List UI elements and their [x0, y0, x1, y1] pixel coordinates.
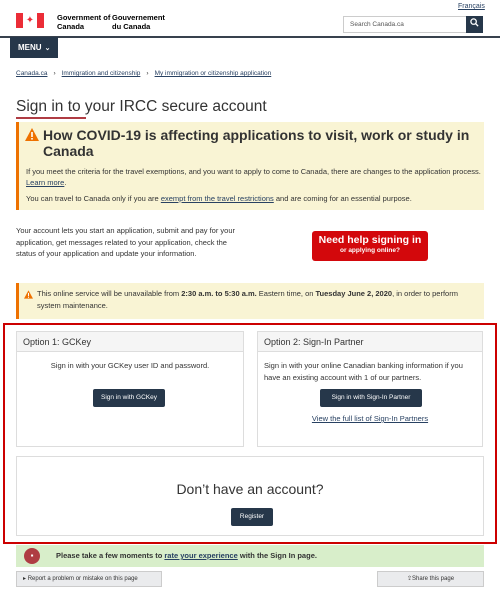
warning-icon [25, 128, 39, 141]
option1-panel: Option 1: GCKey Sign in with your GCKey … [16, 331, 244, 447]
need-help-line2: or applying online? [340, 247, 400, 254]
language-toggle-link[interactable]: Français [458, 3, 485, 10]
menu-label: MENU [18, 43, 42, 52]
search-input[interactable]: Search Canada.ca [350, 21, 404, 28]
title-underline [16, 117, 86, 119]
option1-text: Sign in with your GCKey user ID and pass… [50, 361, 210, 370]
canada-flag-icon: ✦ [16, 13, 44, 28]
no-account-heading: Don’t have an account? [176, 481, 324, 497]
covid-alert-heading: How COVID-19 is affecting applications t… [43, 127, 470, 159]
covid-alert-text-1: If you meet the criteria for the travel … [26, 167, 481, 187]
sign-in-partner-button[interactable]: Sign in with Sign-In Partner [320, 389, 422, 407]
search-box[interactable]: Search Canada.ca [343, 16, 483, 33]
site-header: ✦ Government of Canada Gouvernement du C… [0, 0, 500, 38]
need-help-button[interactable]: Need help signing in or applying online? [312, 231, 428, 261]
register-button[interactable]: Register [231, 508, 273, 526]
breadcrumb-immigration[interactable]: Immigration and citizenship [62, 70, 141, 77]
option1-heading: Option 1: GCKey [17, 332, 243, 352]
gov-signature-fr[interactable]: Gouvernement du Canada [112, 13, 172, 31]
warning-icon [24, 290, 33, 299]
feedback-text: Please take a few moments to rate your e… [56, 551, 317, 560]
report-problem-button[interactable]: ▸ Report a problem or mistake on this pa… [16, 571, 162, 587]
breadcrumb: Canada.ca › Immigration and citizenship › My… [16, 70, 271, 77]
menu-button[interactable]: MENU ⌄ [10, 37, 58, 58]
outage-date: Tuesday June 2, 2020 [315, 289, 393, 298]
outage-time: 2:30 a.m. to 5:30 a.m. [181, 289, 257, 298]
no-account-panel: Don’t have an account? Register [16, 456, 484, 536]
outage-notice: This online service will be unavailable … [16, 283, 484, 319]
chevron-down-icon: ⌄ [44, 45, 51, 52]
option2-heading: Option 2: Sign-In Partner [258, 332, 482, 352]
search-icon[interactable] [466, 16, 483, 33]
breadcrumb-separator-icon: › [53, 70, 56, 77]
gov-signature-en[interactable]: Government of Canada [57, 13, 117, 31]
share-page-button[interactable]: ⇪Share this page [377, 571, 484, 587]
chevron-right-icon: ▸ [23, 576, 27, 582]
need-help-line1: Need help signing in [318, 234, 422, 246]
learn-more-link[interactable]: Learn more [26, 178, 64, 187]
exempt-travel-link[interactable]: exempt from the travel restrictions [161, 194, 274, 203]
breadcrumb-separator-icon: › [146, 70, 149, 77]
sign-in-gckey-button[interactable]: Sign in with GCKey [93, 389, 165, 407]
intro-text: Your account lets you start an applicati… [16, 226, 236, 258]
option2-panel: Option 2: Sign-In Partner Sign in with y… [257, 331, 483, 447]
covid-alert: How COVID-19 is affecting applications t… [16, 122, 484, 210]
option2-text: Sign in with your online Canadian bankin… [264, 361, 463, 382]
covid-alert-text-2: You can travel to Canada only if you are… [26, 194, 412, 203]
partners-list-link[interactable]: View the full list of Sign-In Partners [258, 414, 482, 423]
breadcrumb-my-application[interactable]: My immigration or citizenship applicatio… [155, 70, 272, 77]
page-title: Sign in to your IRCC secure account [16, 98, 267, 115]
breadcrumb-canada[interactable]: Canada.ca [16, 70, 47, 77]
feedback-banner: ▪ Please take a few moments to rate your… [16, 545, 484, 567]
rate-experience-link[interactable]: rate your experience [164, 551, 237, 560]
chat-bubble-icon: ▪ [24, 548, 40, 564]
